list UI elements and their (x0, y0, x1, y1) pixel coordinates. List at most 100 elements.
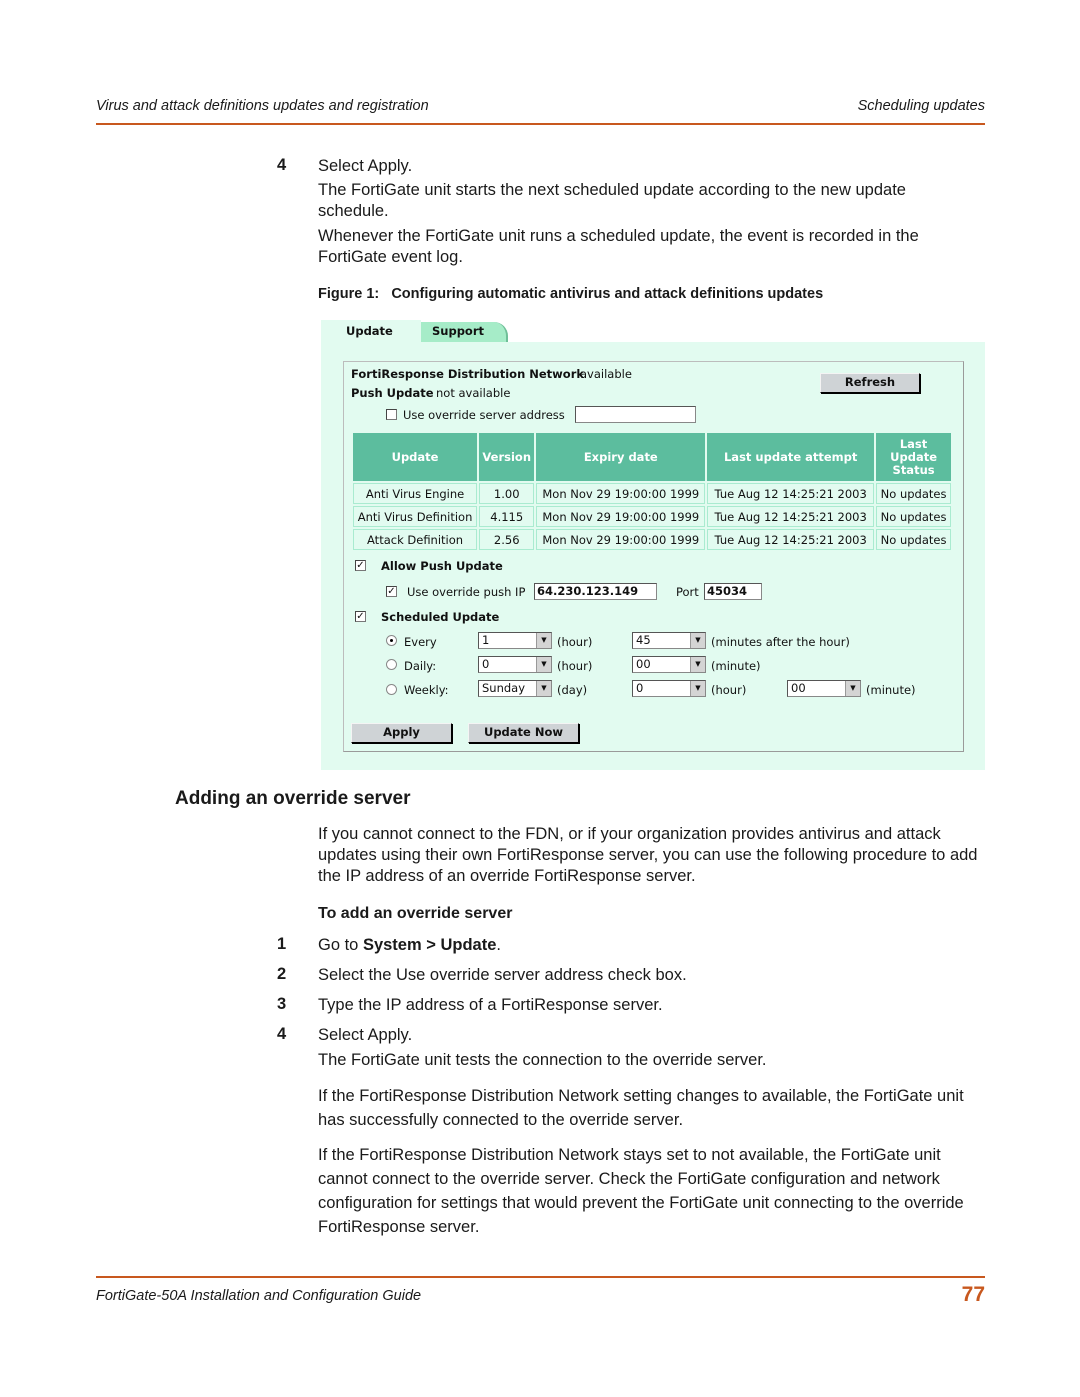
last-attempt: Tue Aug 12 14:25:21 2003 (707, 506, 875, 527)
last-status: No updates (876, 506, 951, 527)
unit-label: (hour) (557, 659, 593, 673)
step-number: 4 (277, 1025, 287, 1043)
tab-label: Support (432, 324, 485, 338)
step-text-pre: Go to (318, 936, 363, 954)
scheduled-update-label: Scheduled Update (381, 610, 500, 624)
version: 4.115 (479, 506, 535, 527)
column-header: Version (479, 433, 535, 481)
override-server-checkbox[interactable] (386, 409, 397, 420)
select-value: 0 (636, 681, 644, 695)
dropdown-arrow-icon: ▼ (845, 681, 860, 696)
last-attempt: Tue Aug 12 14:25:21 2003 (707, 483, 875, 504)
fdn-label: FortiResponse Distribution Network (351, 367, 585, 381)
paragraph: Whenever the FortiGate unit runs a sched… (318, 227, 919, 266)
step-number: 2 (277, 965, 287, 983)
weekly-minute-select[interactable]: 00 ▼ (787, 680, 861, 697)
push-update-status: not available (436, 386, 511, 400)
select-value: 0 (482, 657, 490, 671)
update-config-screenshot: Support Update FortiResponse Distributio… (321, 320, 985, 770)
step-number: 4 (277, 156, 287, 174)
select-value: 1 (482, 633, 490, 647)
tab-update[interactable]: Update (321, 320, 421, 344)
table-row: Attack Definition 2.56 Mon Nov 29 19:00:… (353, 529, 951, 550)
expiry-date: Mon Nov 29 19:00:00 1999 (536, 529, 706, 550)
column-header: Last update attempt (707, 433, 875, 481)
every-hour-select[interactable]: 1 ▼ (478, 632, 552, 649)
daily-hour-select[interactable]: 0 ▼ (478, 656, 552, 673)
dropdown-arrow-icon: ▼ (536, 681, 551, 696)
allow-push-label: Allow Push Update (381, 559, 503, 573)
last-status: No updates (876, 529, 951, 550)
table-row: Anti Virus Engine 1.00 Mon Nov 29 19:00:… (353, 483, 951, 504)
header-section-title: Scheduling updates (857, 98, 985, 114)
fdn-status: available (580, 367, 632, 381)
dropdown-arrow-icon: ▼ (690, 633, 705, 648)
every-label: Every (404, 635, 437, 649)
table-row: Anti Virus Definition 4.115 Mon Nov 29 1… (353, 506, 951, 527)
allow-push-checkbox[interactable]: ✓ (355, 560, 366, 571)
scheduled-update-checkbox[interactable]: ✓ (355, 611, 366, 622)
update-name: Anti Virus Definition (353, 506, 478, 527)
page-number: 77 (961, 1283, 985, 1306)
unit-label: (day) (557, 683, 588, 697)
every-minute-select[interactable]: 45 ▼ (632, 632, 706, 649)
unit-label: (hour) (557, 635, 593, 649)
running-footer: FortiGate-50A Installation and Configura… (96, 1276, 985, 1306)
daily-minute-select[interactable]: 00 ▼ (632, 656, 706, 673)
expiry-date: Mon Nov 29 19:00:00 1999 (536, 483, 706, 504)
dropdown-arrow-icon: ▼ (690, 681, 705, 696)
unit-label: (hour) (711, 683, 747, 697)
select-value: 00 (791, 681, 806, 695)
last-attempt: Tue Aug 12 14:25:21 2003 (707, 529, 875, 550)
daily-radio[interactable] (386, 659, 397, 670)
version: 1.00 (479, 483, 535, 504)
override-push-checkbox[interactable]: ✓ (386, 586, 397, 597)
push-update-label: Push Update (351, 386, 434, 400)
update-status-table: Update Version Expiry date Last update a… (351, 431, 953, 552)
paragraph: If the FortiResponse Distribution Networ… (318, 1146, 964, 1236)
figure-caption: Figure 1: Configuring automatic antiviru… (318, 286, 824, 302)
port-input[interactable]: 45034 (704, 583, 762, 600)
step-number: 1 (277, 935, 287, 953)
update-name: Attack Definition (353, 529, 478, 550)
paragraph: The FortiGate unit tests the connection … (318, 1051, 767, 1069)
header-chapter-title: Virus and attack definitions updates and… (96, 98, 429, 114)
weekly-day-select[interactable]: Sunday ▼ (478, 680, 552, 697)
paragraph: The FortiGate unit starts the next sched… (318, 181, 906, 220)
expiry-date: Mon Nov 29 19:00:00 1999 (536, 506, 706, 527)
step-text: Select the Use override server address c… (318, 966, 687, 984)
weekly-label: Weekly: (404, 683, 449, 697)
select-value: 00 (636, 657, 651, 671)
update-name: Anti Virus Engine (353, 483, 478, 504)
step-number: 3 (277, 995, 287, 1013)
weekly-radio[interactable] (386, 684, 397, 695)
column-header: Last Update Status (876, 433, 951, 481)
override-server-input[interactable] (575, 406, 696, 423)
step-text: Go to System > Update. (318, 935, 988, 956)
last-status: No updates (876, 483, 951, 504)
tab-bar: Support Update (321, 320, 985, 344)
update-now-button[interactable]: Update Now (468, 723, 579, 743)
select-value: Sunday (482, 681, 526, 695)
tab-support[interactable]: Support (411, 322, 508, 344)
override-push-label: Use override push IP (407, 585, 526, 599)
override-push-ip-input[interactable]: 64.230.123.149 (534, 583, 657, 600)
unit-label: (minute) (711, 659, 761, 673)
step-text: Type the IP address of a FortiResponse s… (318, 996, 663, 1014)
step-text: Select Apply. (318, 157, 413, 175)
column-header: Update (353, 433, 478, 481)
step-text-post: . (496, 936, 501, 954)
step-text: Select Apply. (318, 1026, 413, 1044)
unit-label: (minute) (866, 683, 916, 697)
refresh-button[interactable]: Refresh (820, 373, 920, 393)
dropdown-arrow-icon: ▼ (690, 657, 705, 672)
apply-button[interactable]: Apply (351, 723, 452, 743)
port-label: Port (676, 585, 699, 599)
dropdown-arrow-icon: ▼ (536, 633, 551, 648)
procedure-title: To add an override server (318, 905, 513, 922)
every-radio[interactable] (386, 635, 397, 646)
weekly-hour-select[interactable]: 0 ▼ (632, 680, 706, 697)
section-heading: Adding an override server (175, 788, 411, 809)
override-server-label: Use override server address (403, 408, 565, 422)
dropdown-arrow-icon: ▼ (536, 657, 551, 672)
